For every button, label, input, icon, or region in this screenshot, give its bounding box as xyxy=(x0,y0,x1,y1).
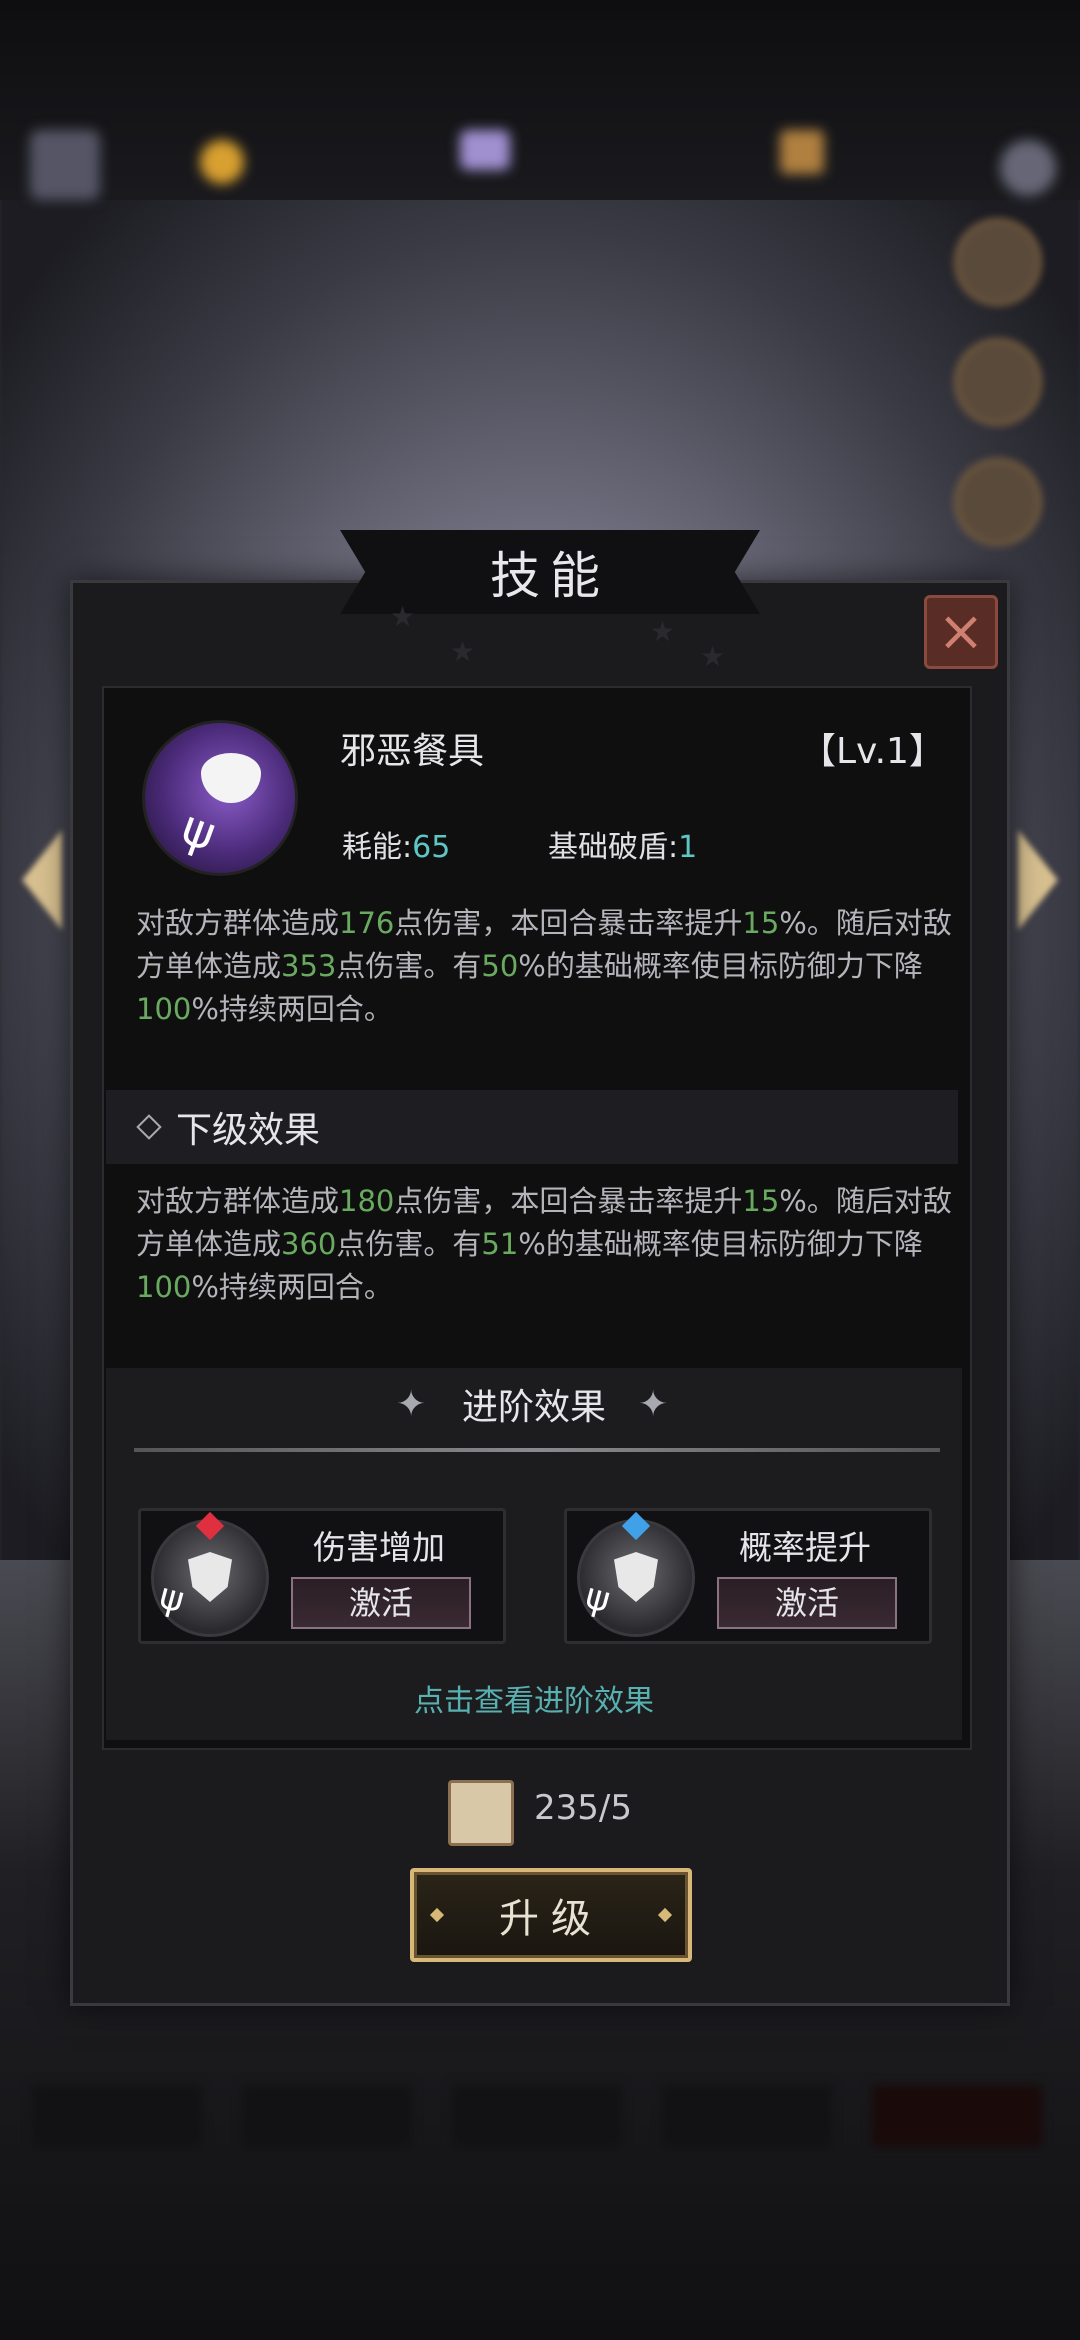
shield-icon xyxy=(614,1552,658,1602)
view-advanced-effects-link[interactable]: 点击查看进阶效果 xyxy=(106,1676,962,1720)
divider xyxy=(134,1448,940,1452)
advanced-skill-icon: ψ xyxy=(577,1511,695,1637)
bg-level-tag xyxy=(32,2085,202,2147)
shield-icon xyxy=(188,1552,232,1602)
dialog-title: 技能 xyxy=(490,547,610,605)
diamond-ornament-icon xyxy=(429,1907,445,1923)
description-text: 点伤害，本回合暴击率提升 xyxy=(394,906,743,940)
fork-icon: ψ xyxy=(581,1575,615,1622)
red-gem-icon xyxy=(195,1511,225,1541)
energy-cost-value: 65 xyxy=(412,830,451,865)
highlight-number: 15 xyxy=(742,1184,780,1218)
description-text: %的基础概率使目标防御力下降 xyxy=(518,949,923,983)
description-text: 点伤害，本回合暴击率提升 xyxy=(394,1184,743,1218)
next-level-header: 下级效果 xyxy=(106,1090,958,1164)
advanced-card-name: 概率提升 xyxy=(739,1528,871,1567)
bg-level-tag xyxy=(452,2085,622,2147)
fork-icon: ψ xyxy=(174,799,224,863)
blue-gem-icon xyxy=(621,1511,651,1541)
advanced-card-damage[interactable]: ψ 伤害增加 激活 xyxy=(138,1508,506,1644)
diamond-ornament-icon xyxy=(657,1907,673,1923)
highlight-number: 51 xyxy=(481,1227,519,1261)
advanced-card-name: 伤害增加 xyxy=(313,1528,445,1567)
highlight-number: 50 xyxy=(481,949,519,983)
bg-level-tag xyxy=(242,2085,412,2147)
star-icon: ★ xyxy=(390,600,416,633)
activate-button[interactable]: 激活 xyxy=(717,1577,897,1629)
description-text: 对敌方群体造成 xyxy=(136,1184,340,1218)
base-shield-break-label: 基础破盾: xyxy=(548,830,679,865)
highlight-number: 100 xyxy=(136,992,192,1026)
fork-icon: ψ xyxy=(155,1575,189,1622)
energy-cost-label: 耗能: xyxy=(342,830,413,865)
settings-icon[interactable] xyxy=(1000,140,1056,196)
description-text: 对敌方群体造成 xyxy=(136,906,340,940)
highlight-number: 176 xyxy=(339,906,395,940)
advanced-skill-icon: ψ xyxy=(151,1511,269,1637)
next-arrow-icon[interactable] xyxy=(1018,830,1058,930)
bg-level-tag xyxy=(872,2085,1042,2147)
description-text: %持续两回合。 xyxy=(191,992,393,1026)
skill-icon: ψ xyxy=(142,720,298,876)
highlight-number: 353 xyxy=(281,949,337,983)
scroll-item-icon xyxy=(448,1780,514,1846)
highlight-number: 360 xyxy=(281,1227,337,1261)
diamond-icon xyxy=(136,1114,162,1140)
prev-arrow-icon[interactable] xyxy=(22,830,62,930)
base-shield-break-value: 1 xyxy=(678,830,698,865)
description-text: %持续两回合。 xyxy=(191,1270,393,1304)
close-icon: × xyxy=(937,599,985,664)
skill-description: 对敌方群体造成176点伤害，本回合暴击率提升15%。随后对敌方单体造成353点伤… xyxy=(136,902,966,1031)
description-text: 点伤害。有 xyxy=(336,949,482,983)
energy-cost: 耗能:65 xyxy=(342,822,450,866)
highlight-number: 100 xyxy=(136,1270,192,1304)
next-level-title: 下级效果 xyxy=(176,1110,321,1151)
upgrade-button[interactable]: 升级 xyxy=(410,1868,692,1962)
highlight-number: 15 xyxy=(742,906,780,940)
side-button-1[interactable] xyxy=(954,218,1042,306)
skill-name: 邪恶餐具 xyxy=(340,731,485,772)
star-icon: ★ xyxy=(450,635,476,668)
sparkle-icon: ✦ xyxy=(638,1384,669,1425)
close-button[interactable]: × xyxy=(924,595,998,669)
star-icon: ★ xyxy=(650,615,676,648)
bowl-icon xyxy=(201,753,261,803)
gem-icon xyxy=(460,130,510,170)
side-button-2[interactable] xyxy=(954,338,1042,426)
skill-level: 【Lv.1】 xyxy=(800,731,945,772)
top-bar-background xyxy=(0,0,1080,200)
bg-level-tag xyxy=(662,2085,832,2147)
side-button-3[interactable] xyxy=(954,458,1042,546)
menu-icon[interactable] xyxy=(30,130,100,200)
coin-icon xyxy=(200,140,244,184)
star-icon: ★ xyxy=(700,640,726,673)
description-text: 点伤害。有 xyxy=(336,1227,482,1261)
activate-button[interactable]: 激活 xyxy=(291,1577,471,1629)
advanced-card-chance[interactable]: ψ 概率提升 激活 xyxy=(564,1508,932,1644)
upgrade-button-label: 升级 xyxy=(499,1896,603,1942)
next-level-description: 对敌方群体造成180点伤害，本回合暴击率提升15%。随后对敌方单体造成360点伤… xyxy=(136,1180,966,1309)
upgrade-cost: 235/5 xyxy=(534,1788,632,1828)
advanced-effects-title: 进阶效果 xyxy=(461,1387,606,1428)
energy-icon xyxy=(780,130,824,174)
highlight-number: 180 xyxy=(339,1184,395,1218)
description-text: %的基础概率使目标防御力下降 xyxy=(518,1227,923,1261)
base-shield-break: 基础破盾:1 xyxy=(548,822,697,866)
